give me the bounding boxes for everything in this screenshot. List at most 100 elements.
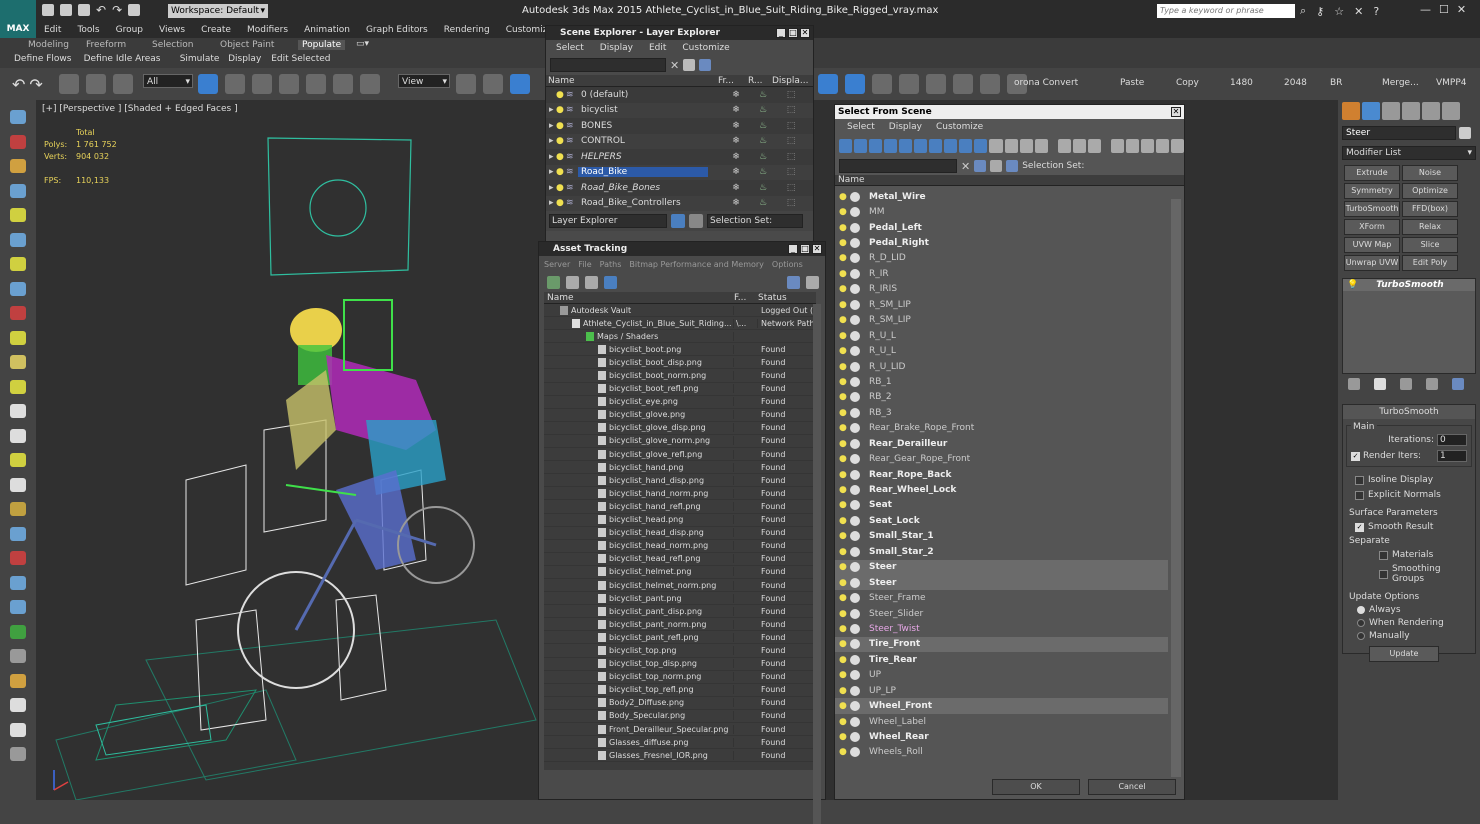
invert-filter-icon[interactable]	[1140, 139, 1154, 153]
modifier-button-slice[interactable]: Slice	[1402, 237, 1458, 253]
lightbulb-icon[interactable]: ●	[839, 639, 850, 649]
left-tool-icon-17[interactable]	[10, 526, 26, 541]
project-folder-icon[interactable]	[128, 4, 141, 16]
lightbulb-icon[interactable]: ●	[839, 593, 850, 603]
freeze-toggle-icon[interactable]	[850, 392, 860, 403]
undo-icon[interactable]: ↶	[96, 3, 106, 17]
freeze-icon[interactable]: ❄	[722, 152, 750, 162]
lightbulb-icon[interactable]: ●	[839, 408, 850, 418]
object-row[interactable]: ● R_U_LID	[835, 359, 1168, 374]
sort-icon[interactable]	[1057, 139, 1071, 153]
left-tool-icon-1[interactable]	[10, 134, 26, 149]
layer-name[interactable]: CONTROL	[578, 136, 708, 146]
asset-row[interactable]: bicyclist_boot.png Found	[544, 343, 816, 357]
object-row[interactable]: ● Rear_Gear_Rope_Front	[835, 451, 1168, 466]
minimize-icon[interactable]: _	[788, 244, 798, 254]
lightbulb-icon[interactable]: ●	[839, 717, 850, 727]
render-teapot-icon[interactable]: ♨	[750, 90, 776, 100]
menu-group[interactable]: Group	[108, 25, 151, 35]
lightbulb-icon[interactable]: ●	[839, 362, 850, 372]
freeze-toggle-icon[interactable]	[850, 515, 860, 526]
freeze-toggle-icon[interactable]	[850, 732, 860, 743]
layer-name[interactable]: 0 (default)	[578, 90, 708, 100]
motion-tab-icon[interactable]	[1402, 102, 1420, 120]
left-tool-icon-5[interactable]	[10, 232, 26, 247]
link-icon[interactable]	[58, 74, 79, 94]
ribbon-tab-populate[interactable]: Populate	[298, 40, 346, 50]
custom-button-4[interactable]: 2048	[1284, 78, 1307, 88]
find-icon[interactable]	[683, 59, 696, 71]
ribbon-tab-selection[interactable]: Selection	[152, 40, 193, 50]
help-icon[interactable]: ?	[1373, 5, 1379, 18]
menu-edit[interactable]: Edit	[36, 25, 69, 35]
lightbulb-icon[interactable]: ●	[839, 253, 850, 263]
expand-icon[interactable]: ▸	[546, 167, 556, 177]
object-row[interactable]: ● Wheels_Roll	[835, 745, 1168, 760]
freeze-toggle-icon[interactable]	[850, 299, 860, 310]
left-tool-icon-8[interactable]	[10, 306, 26, 320]
always-radio[interactable]	[1357, 606, 1365, 614]
modifier-button-uvw-map[interactable]: UVW Map	[1344, 237, 1400, 253]
lightbulb-icon[interactable]: ●	[839, 624, 850, 634]
workspace-dropdown[interactable]: Workspace: Default ▾	[168, 4, 268, 18]
asset-row[interactable]: bicyclist_pant_disp.png Found	[544, 605, 816, 619]
open-file-icon[interactable]	[60, 4, 72, 16]
lightbulb-icon[interactable]: ●	[839, 655, 850, 665]
asset-row[interactable]: Autodesk Vault Logged Out (	[544, 304, 816, 318]
object-row[interactable]: ● RB_1	[835, 374, 1168, 389]
freeze-toggle-icon[interactable]	[850, 222, 860, 233]
modifier-button-noise[interactable]: Noise	[1402, 165, 1458, 181]
lightbulb-icon[interactable]: ●	[839, 315, 850, 325]
left-tool-icon-11[interactable]	[10, 379, 26, 394]
freeze-toggle-icon[interactable]	[850, 191, 860, 202]
display-box-icon[interactable]: ⬚	[776, 136, 806, 146]
left-tool-icon-23[interactable]	[10, 673, 26, 688]
keyboard-shortcut-icon[interactable]	[510, 74, 530, 94]
left-tool-icon-10[interactable]	[10, 355, 26, 369]
freeze-icon[interactable]: ❄	[722, 183, 750, 193]
object-row[interactable]: ● Rear_Rope_Back	[835, 467, 1168, 482]
se-menu-edit[interactable]: Edit	[649, 43, 666, 53]
minimize-icon[interactable]: —	[1420, 3, 1431, 16]
custom-button-2[interactable]: Copy	[1176, 78, 1199, 88]
ribbon-item-simulate[interactable]: Simulate	[180, 54, 220, 64]
freeze-toggle-icon[interactable]	[850, 361, 860, 372]
at-menu-options[interactable]: Options	[772, 260, 803, 269]
se-menu-display[interactable]: Display	[600, 43, 633, 53]
layer-name[interactable]: Road_Bike_Controllers	[578, 198, 708, 208]
undo-icon[interactable]: ↶	[12, 75, 25, 94]
lightbulb-icon[interactable]: ●	[839, 269, 850, 279]
render-teapot-icon[interactable]: ♨	[750, 183, 776, 193]
object-row[interactable]: ● Metal_Wire	[835, 189, 1168, 204]
lightbulb-icon[interactable]: ●	[839, 470, 850, 480]
custom-button-3[interactable]: 1480	[1230, 78, 1253, 88]
left-tool-icon-15[interactable]	[10, 477, 26, 492]
menu-rendering[interactable]: Rendering	[436, 25, 498, 35]
asset-row[interactable]: bicyclist_hand_norm.png Found	[544, 487, 816, 501]
search-input[interactable]: Type a keyword or phrase	[1157, 4, 1295, 18]
sfs-menu-select[interactable]: Select	[847, 122, 875, 132]
schematic-view-icon[interactable]	[845, 74, 865, 94]
freeze-toggle-icon[interactable]	[850, 253, 860, 264]
freeze-toggle-icon[interactable]	[850, 747, 860, 758]
lightbulb-icon[interactable]: ●	[839, 500, 850, 510]
object-row[interactable]: ● R_U_L	[835, 328, 1168, 343]
layer-row[interactable]: ▸ ● ≋ Road_Bike_Bones ❄ ♨ ⬚	[546, 180, 813, 196]
at-menu-bitmap-performance-and-memory[interactable]: Bitmap Performance and Memory	[629, 260, 764, 269]
freeze-toggle-icon[interactable]	[850, 639, 860, 650]
freeze-toggle-icon[interactable]	[850, 454, 860, 465]
col-freeze[interactable]: Fr...	[718, 76, 748, 86]
redo-icon[interactable]: ↷	[112, 3, 122, 17]
freeze-toggle-icon[interactable]	[850, 608, 860, 619]
freeze-toggle-icon[interactable]	[850, 623, 860, 634]
unlink-icon[interactable]	[85, 74, 106, 94]
modifier-button-unwrap-uvw[interactable]: Unwrap UVW	[1344, 255, 1400, 271]
close-icon[interactable]: ✕	[1457, 3, 1466, 16]
curve-editor-icon[interactable]	[818, 74, 838, 94]
select-none-icon[interactable]	[1125, 139, 1139, 153]
object-row[interactable]: ● Small_Star_1	[835, 529, 1168, 544]
left-tool-icon-13[interactable]	[10, 428, 26, 443]
display-tab-icon[interactable]	[1422, 102, 1440, 120]
object-row[interactable]: ● RB_3	[835, 405, 1168, 420]
display-box-icon[interactable]: ⬚	[776, 167, 806, 177]
